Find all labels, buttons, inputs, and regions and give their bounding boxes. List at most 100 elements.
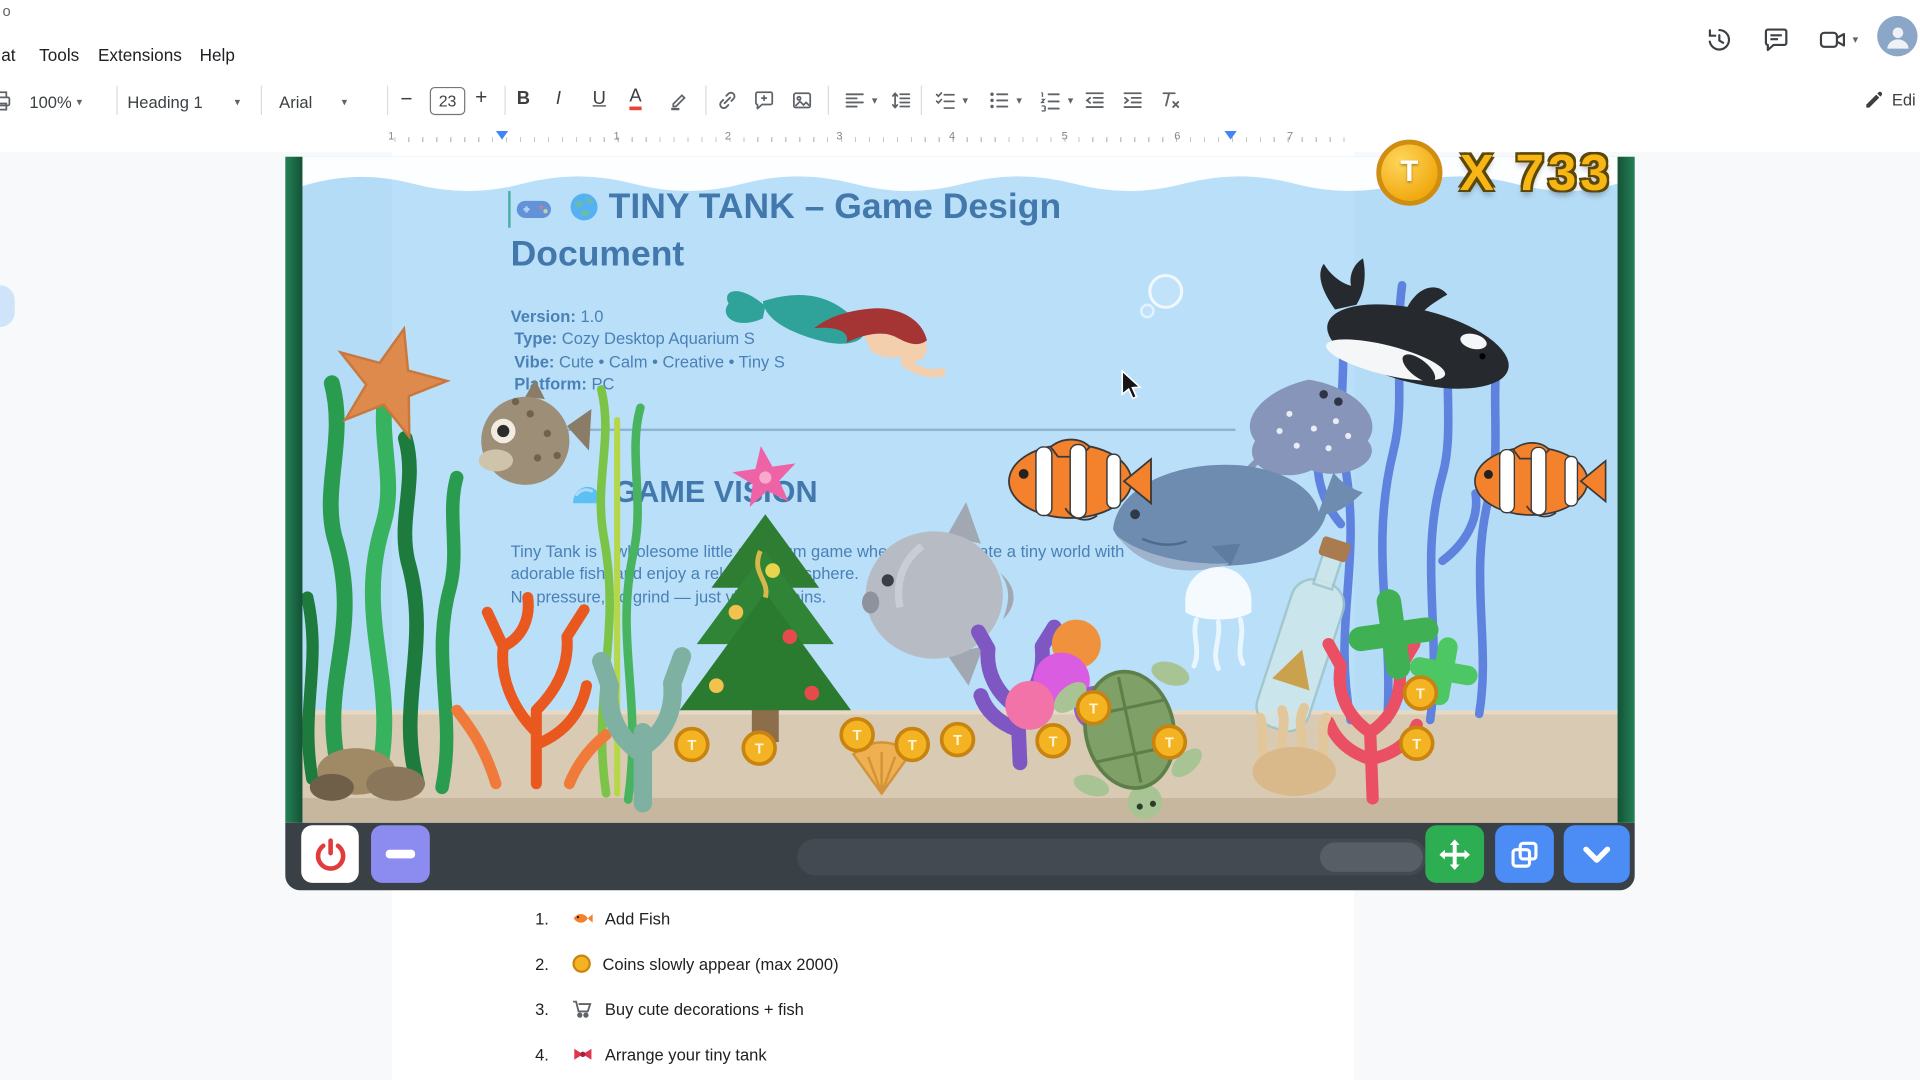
svg-text:T: T [908, 738, 917, 754]
numbered-list-icon [1038, 88, 1062, 112]
align-button[interactable]: ▾ [842, 88, 877, 112]
bulleted-list-button[interactable]: ▾ [987, 88, 1022, 112]
seaweed[interactable] [307, 377, 456, 787]
ruler-number: 7 [1287, 130, 1293, 142]
add-comment-icon[interactable] [752, 88, 776, 112]
chevron-down-icon: ▾ [1016, 94, 1022, 107]
chevron-down-icon: ▾ [342, 95, 348, 108]
orca[interactable] [1300, 249, 1526, 405]
bow-icon [572, 1044, 594, 1064]
fish-icon [572, 909, 594, 929]
zoom-select[interactable]: 100%▾ [29, 88, 82, 115]
side-bubble [0, 285, 15, 327]
coin-count-label: X 733 [1460, 143, 1613, 202]
increase-indent-icon[interactable] [1120, 88, 1144, 112]
svg-text:T: T [687, 738, 696, 754]
google-docs-window: o at Tools Extensions Help ▾ 100%▾ Headi… [0, 0, 1920, 1080]
avatar[interactable] [1877, 16, 1917, 56]
christmas-tree[interactable] [680, 514, 851, 742]
ruler-number: 1 [388, 130, 394, 142]
svg-text:T: T [1049, 734, 1058, 750]
menu-item-partial[interactable]: at [1, 45, 15, 65]
pufferfish[interactable] [479, 380, 592, 485]
font-select[interactable]: Arial▾ [279, 88, 347, 115]
bold-button[interactable]: B [517, 88, 530, 109]
checklist-icon [933, 88, 957, 112]
mode-label: Edi [1892, 91, 1916, 109]
chevron-down-icon [1578, 836, 1615, 873]
orange-coral[interactable] [457, 598, 606, 784]
svg-text:T: T [1412, 737, 1421, 753]
decrease-indent-icon[interactable] [1082, 88, 1106, 112]
minus-icon [386, 850, 415, 859]
mouse-cursor [1120, 370, 1147, 402]
ruler-number: 1 [613, 130, 619, 142]
mermaid[interactable] [726, 291, 942, 373]
font-size-input[interactable]: 23 [430, 87, 466, 115]
menu-item-tools[interactable]: Tools [39, 45, 79, 65]
increase-font-size-button[interactable]: + [475, 86, 487, 110]
clear-formatting-icon[interactable] [1158, 88, 1182, 112]
aquarium-overlay: T T T T T T T T T T [285, 157, 1634, 890]
pink-starfish[interactable] [729, 442, 800, 509]
coin-icon: T [1376, 140, 1442, 206]
indent-marker[interactable] [1224, 131, 1236, 140]
indent-marker[interactable] [496, 131, 508, 140]
italic-button[interactable]: I [556, 88, 561, 109]
editing-mode-button[interactable]: Edi [1864, 89, 1916, 110]
checklist-button[interactable]: ▾ [933, 88, 968, 112]
list-item[interactable]: 1. Add Fish [535, 909, 670, 929]
chevron-down-icon: ▾ [1068, 94, 1074, 107]
resize-icon [1507, 837, 1541, 871]
cart-icon [572, 999, 594, 1019]
coin-counter: T X 733 [1376, 140, 1612, 206]
meet-camera-button[interactable]: ▾ [1817, 24, 1858, 55]
jellyfish[interactable] [1185, 567, 1251, 669]
move-button[interactable] [1425, 825, 1484, 883]
underline-button[interactable]: U [593, 88, 606, 109]
collapse-button[interactable] [1564, 825, 1630, 883]
ruler-number: 6 [1174, 130, 1180, 142]
comments-icon[interactable] [1760, 23, 1792, 55]
version-history-icon[interactable] [1702, 23, 1734, 55]
svg-text:T: T [853, 728, 862, 744]
chevron-down-icon: ▾ [1853, 33, 1859, 46]
insert-image-icon[interactable] [790, 88, 814, 112]
paragraph-style-select[interactable]: Heading 1▾ [127, 88, 240, 115]
resize-button[interactable] [1495, 825, 1554, 883]
ruler-number: 2 [725, 130, 731, 142]
power-button[interactable] [301, 825, 359, 883]
list-item[interactable]: 3. Buy cute decorations + fish [535, 999, 804, 1019]
svg-text:T: T [1089, 701, 1098, 717]
numbered-list-button[interactable]: ▾ [1038, 88, 1073, 112]
chevron-down-icon: ▾ [235, 95, 241, 108]
menu-item-extensions[interactable]: Extensions [98, 45, 182, 65]
text-color-button[interactable]: A [629, 87, 641, 110]
ruler-number: 4 [949, 130, 955, 142]
tank-frame-right [1618, 157, 1635, 823]
chevron-down-icon: ▾ [77, 95, 83, 108]
video-camera-icon [1817, 24, 1848, 55]
doc-title-partial: o [2, 2, 10, 19]
ruler-ticks [394, 137, 1347, 142]
highlight-color-icon[interactable] [666, 88, 690, 112]
teal-coral[interactable] [601, 656, 682, 803]
insert-link-icon[interactable] [715, 88, 739, 112]
menu-item-help[interactable]: Help [200, 45, 235, 65]
coin-icon [572, 954, 592, 974]
pencil-icon [1864, 89, 1885, 110]
tank-frame-left [285, 157, 302, 823]
aquarium-scene: T T T T T T T T T T [285, 157, 1634, 890]
decrease-font-size-button[interactable]: − [400, 87, 412, 111]
print-icon[interactable] [0, 87, 13, 114]
line-spacing-icon[interactable] [889, 88, 913, 112]
svg-text:T: T [1416, 687, 1425, 703]
list-item[interactable]: 4. Arrange your tiny tank [535, 1044, 767, 1064]
bubbles [1141, 276, 1181, 318]
move-icon [1436, 836, 1473, 873]
minimize-button[interactable] [371, 825, 430, 883]
bulleted-list-icon [987, 88, 1011, 112]
chevron-down-icon: ▾ [872, 94, 878, 107]
ruler-number: 5 [1062, 130, 1068, 142]
list-item[interactable]: 2. Coins slowly appear (max 2000) [535, 954, 838, 974]
